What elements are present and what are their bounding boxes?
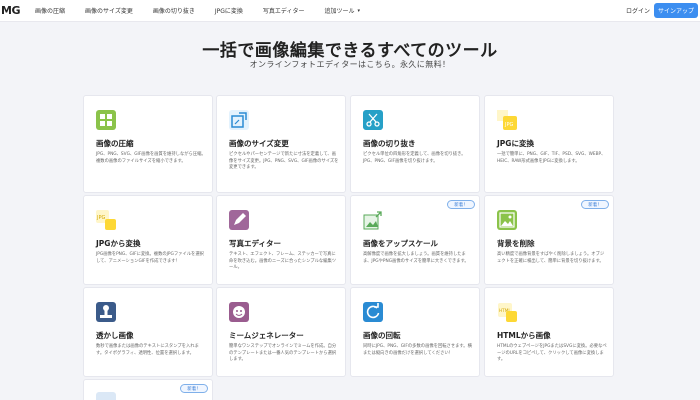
rotate-icon (363, 302, 383, 322)
tool-description: 高解像度で画像を拡大しましょう。画質を維持したまま、JPGやPNG画像のサイズを… (363, 252, 469, 264)
tool-description: JPG画像をPNG、GIFに変換。複数のJPGファイルを選択して、アニメーション… (96, 252, 204, 264)
nav-item-crop[interactable]: 画像の切り抜き (153, 6, 195, 15)
tool-title: HTMLから画像 (497, 331, 551, 340)
tool-description: 一括で簡単に、PNG、GIF、TIF、PSD、SVG、WEBP、HEIC、RAW… (497, 152, 606, 164)
chevron-down-icon: ▾ (357, 7, 361, 14)
to-jpg-icon: JPG (497, 110, 517, 130)
nav-item-resize[interactable]: 画像のサイズ変更 (85, 6, 133, 15)
crop-icon (363, 110, 383, 130)
tool-description: 同時にJPG、PNG、GIFの多数の画像を回転させます。横または縦向きの画像だけ… (363, 344, 472, 356)
signup-button[interactable]: サインアップ (654, 3, 698, 18)
nav-item-more-tools[interactable]: 追加ツール ▾ (324, 6, 361, 16)
tool-description: HTMLのウェブページをJPGまたはSVGに変換。必要なページのURLをコピペし… (497, 344, 607, 363)
tool-card-photo-editor[interactable]: 写真エディター テキスト、エフェクト、フレーム、ステッカーで写真に命を吹き込む。… (216, 195, 346, 285)
tool-title: 画像の切り抜き (363, 139, 416, 148)
tool-card-rotate[interactable]: 画像の回転 同時にJPG、PNG、GIFの多数の画像を回転させます。横または縦向… (350, 287, 480, 377)
page-title: 一括で画像編集できるすべてのツール (202, 41, 498, 61)
new-badge: 新着！ (581, 200, 609, 209)
tool-title: 画像の回転 (363, 331, 401, 340)
tool-card-crop[interactable]: 画像の切り抜き ピクセル単位の四角形を定義して、画像を切り抜き。JPG、PNG、… (350, 95, 480, 193)
tool-title: 画像のサイズ変更 (229, 139, 289, 148)
tool-title: JPGから変換 (96, 239, 141, 248)
html-icon: HTML (497, 302, 517, 322)
tool-description: 高い精度で画像背景をすばやく削除しましょう。オブジェクトを正確に検出して、簡単に… (497, 252, 605, 264)
tool-description: ピクセル単位の四角形を定義して、画像を切り抜き。JPG、PNG、GIF画像を切り… (363, 152, 466, 164)
tool-title: 透かし画像 (96, 331, 134, 340)
blur-face-icon (96, 392, 116, 400)
nav-item-photo-editor[interactable]: 写真エディター (263, 6, 305, 15)
tool-card-compress[interactable]: 画像の圧縮 JPG、PNG、SVG、GIF画像を画質を維持しながら圧縮。複数の画… (83, 95, 213, 193)
logo[interactable]: MG (0, 4, 22, 17)
resize-icon (229, 110, 249, 130)
tool-card-watermark[interactable]: 透かし画像 数秒で画像または画像のテキストにスタンプを入れます。タイポグラフィ、… (83, 287, 213, 377)
tool-title: ミームジェネレーター (229, 331, 304, 340)
tool-title: JPGに変換 (497, 139, 534, 148)
photo-editor-icon (229, 210, 249, 230)
page-subtitle: オンラインフォトエディターはこちら。永久に無料！ (249, 60, 451, 69)
main-nav: 画像の圧縮 画像のサイズ変更 画像の切り抜き JPGに変換 写真エディター 追加… (22, 6, 380, 16)
nav-item-more-tools-label: 追加ツール (324, 8, 355, 15)
tool-description: JPG、PNG、SVG、GIF画像を画質を維持しながら圧縮。複数の画像のファイル… (96, 152, 206, 164)
tool-description: 簡単なワンステップでオンラインでミームを作成。自分のテンプレートまたは一番人気の… (229, 344, 337, 363)
tool-card-blur-face[interactable]: 新着！ (83, 379, 213, 400)
tool-card-convert-to-jpg[interactable]: JPG JPGに変換 一括で簡単に、PNG、GIF、TIF、PSD、SVG、WE… (484, 95, 614, 193)
svg-text:JPG: JPG (504, 122, 513, 128)
tool-title: 画像の圧縮 (96, 139, 134, 148)
tool-card-resize[interactable]: 画像のサイズ変更 ピクセルやパーセンテージで新たに寸法を定義して、画像をサイズ変… (216, 95, 346, 193)
tool-description: ピクセルやパーセンテージで新たに寸法を定義して、画像をサイズ変更。JPG、PNG… (229, 152, 339, 171)
from-jpg-icon: JPG (96, 210, 116, 230)
tool-card-html-to-image[interactable]: HTML HTMLから画像 HTMLのウェブページをJPGまたはSVGに変換。必… (484, 287, 614, 377)
tool-card-remove-background[interactable]: 新着！ 背景を削除 高い精度で画像背景をすばやく削除しましょう。オブジェクトを正… (484, 195, 614, 285)
compress-icon (96, 110, 116, 130)
nav-item-convert-to-jpg[interactable]: JPGに変換 (215, 6, 243, 15)
tool-description: テキスト、エフェクト、フレーム、ステッカーで写真に命を吹き込む。画像のニーズに合… (229, 252, 337, 271)
tool-card-convert-from-jpg[interactable]: JPG JPGから変換 JPG画像をPNG、GIFに変換。複数のJPGファイルを… (83, 195, 213, 285)
tool-card-upscale[interactable]: 新着！ 画像をアップスケール 高解像度で画像を拡大しましょう。画質を維持したまま… (350, 195, 480, 285)
tool-title: 背景を削除 (497, 239, 535, 248)
svg-text:JPG: JPG (96, 215, 105, 221)
tool-description: 数秒で画像または画像のテキストにスタンプを入れます。タイポグラフィ、透明性、位置… (96, 344, 199, 356)
new-badge: 新着！ (180, 384, 208, 393)
remove-bg-icon (497, 210, 517, 230)
tool-title: 写真エディター (229, 239, 281, 248)
tool-title: 画像をアップスケール (363, 239, 438, 248)
meme-icon (229, 302, 249, 322)
new-badge: 新着！ (447, 200, 475, 209)
tool-card-meme-generator[interactable]: ミームジェネレーター 簡単なワンステップでオンラインでミームを作成。自分のテンプ… (216, 287, 346, 377)
top-navigation: MG 画像の圧縮 画像のサイズ変更 画像の切り抜き JPGに変換 写真エディター… (0, 0, 700, 22)
watermark-icon (96, 302, 116, 322)
upscale-icon (363, 210, 383, 230)
nav-item-compress[interactable]: 画像の圧縮 (35, 6, 65, 15)
login-link[interactable]: ログイン (626, 6, 650, 15)
